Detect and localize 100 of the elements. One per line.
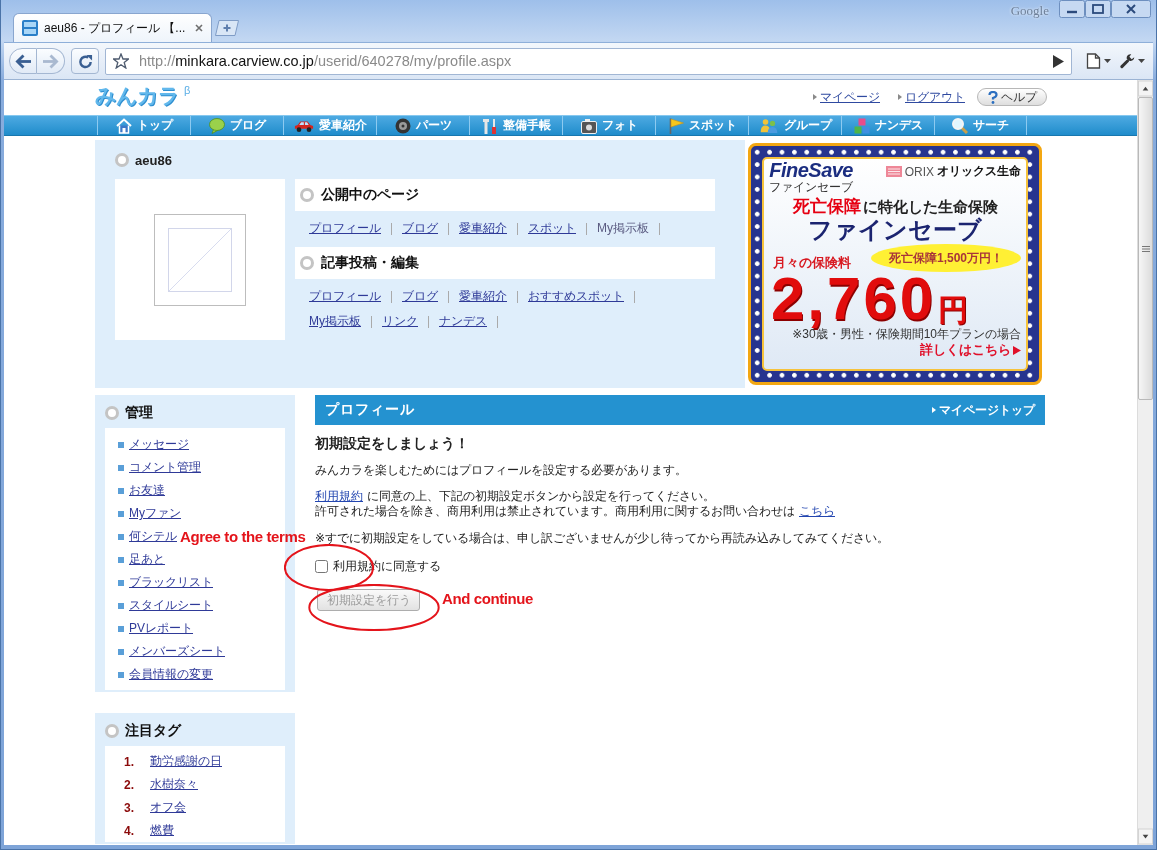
headline-emphasis: 死亡保障 [792, 196, 861, 218]
fine-print: ※30歳・男性・保険期間10年プランの場合 [792, 327, 1021, 341]
page-link[interactable]: プロフィール [309, 289, 381, 304]
sidebar-link[interactable]: 足あと [129, 551, 165, 568]
logo-beta-mark: β [184, 84, 191, 96]
maximize-button[interactable] [1085, 0, 1111, 18]
tag-link[interactable]: 水樹奈々 [150, 776, 198, 793]
reload-button[interactable] [71, 48, 99, 74]
sidebar-link[interactable]: スタイルシート [129, 597, 213, 614]
sidebar-link[interactable]: コメント管理 [129, 459, 201, 476]
square-bullet-icon [118, 671, 124, 678]
scroll-down-button[interactable] [1138, 828, 1153, 845]
company-logo-icon [885, 166, 902, 177]
tire-icon [394, 117, 411, 134]
help-button[interactable]: ヘルプ [977, 88, 1047, 106]
ring-icon [105, 406, 119, 420]
page-link[interactable]: ブログ [402, 289, 438, 304]
speech-bubble-icon [208, 117, 225, 134]
username: aeu86 [135, 152, 172, 168]
inline-link[interactable]: こちら [799, 504, 835, 518]
grip-lines-icon [1141, 245, 1150, 252]
note-text: ※すでに初期設定をしている場合は、申し訳ございませんが少し待ってから再読み込みしてみてください。 [315, 531, 891, 546]
terms-text: 利用規約 に同意の上、下記の初期設定ボタンから設定を行ってください。 [315, 489, 716, 504]
rank-number: 3. [124, 800, 135, 815]
sidebar-link[interactable]: 何シテル [129, 528, 177, 545]
camera-icon [580, 117, 597, 134]
square-bullet-icon [118, 625, 124, 632]
page-link[interactable]: ナンデス [439, 314, 487, 329]
sidebar-link[interactable]: PVレポート [129, 620, 193, 637]
new-tab-button[interactable] [215, 20, 240, 36]
blocks-icon [853, 117, 870, 134]
tag-link[interactable]: 勤労感謝の日 [150, 753, 222, 770]
price-currency: 円 [938, 294, 969, 326]
section-title: 記事投稿・編集 [321, 254, 419, 272]
back-arrow-icon [14, 53, 32, 69]
setup-heading: 初期設定をしましょう！ [315, 435, 470, 452]
product-name: ファインセーブ [808, 216, 982, 243]
sidebar-link[interactable]: ブラックリスト [129, 574, 213, 591]
back-button[interactable] [9, 48, 37, 74]
page-link[interactable]: ブログ [402, 221, 438, 236]
tag-link[interactable]: 燃費 [150, 822, 174, 839]
rank-number: 1. [124, 754, 135, 769]
page-link[interactable]: スポット [528, 221, 576, 236]
square-bullet-icon [118, 510, 124, 517]
flag-icon [667, 117, 684, 134]
triangle-icon [898, 94, 902, 100]
browser-tab[interactable]: aeu86 - プロフィール 【... [13, 13, 213, 42]
header-link[interactable]: ログアウト [898, 88, 965, 106]
tab-close-icon[interactable] [195, 24, 204, 32]
go-arrow-icon[interactable] [1053, 54, 1064, 68]
square-bullet-icon [118, 579, 124, 586]
minimize-button[interactable] [1059, 0, 1085, 18]
site-favicon-icon [22, 20, 38, 36]
caret-icon [1137, 59, 1145, 63]
terms-text: 許可された場合を除き、商用利用は禁止されています。商用利用に関するお問い合わせは こちら [315, 504, 836, 519]
square-bullet-icon [118, 533, 124, 540]
tag-link[interactable]: オフ会 [150, 799, 186, 816]
page-link[interactable]: リンク [382, 314, 418, 329]
page-link[interactable]: 愛車紹介 [459, 289, 507, 304]
company-name: オリックス生命 [937, 163, 1021, 180]
sidebar-link[interactable]: 会員情報の変更 [129, 666, 213, 683]
inline-link[interactable]: 利用規約 [315, 489, 363, 503]
sidebar-link[interactable]: お友達 [129, 482, 165, 499]
annotation-label: And continue [442, 590, 534, 608]
ring-icon [300, 256, 314, 270]
sidebar-link[interactable]: メンバーズシート [129, 643, 225, 660]
annotation-label: Agree to the terms [180, 528, 306, 546]
page-link[interactable]: おすすめスポット [528, 289, 624, 304]
page-link[interactable]: プロフィール [309, 221, 381, 236]
header-link[interactable]: マイページ [813, 88, 880, 106]
details-link[interactable]: 詳しくはこちら [920, 342, 1021, 358]
ring-icon [105, 724, 119, 738]
scrollbar-thumb[interactable] [1138, 97, 1153, 400]
ad-banner[interactable]: FineSave ファインセーブ ORIX オリックス生命 死亡保障に特化した生命保険 ファインセーブ 月々の保険料 死亡保障1,500万円！ 2,760 円 ※30歳・男性・保険期間10年プランの場合 詳しくはこちら [748, 143, 1042, 385]
page-link[interactable]: 愛車紹介 [459, 221, 507, 236]
brand-reading: ファインセーブ [769, 180, 853, 194]
page-icon [1085, 53, 1101, 69]
rank-number: 4. [124, 823, 135, 838]
square-bullet-icon [118, 441, 124, 448]
bookmark-star-icon[interactable] [113, 53, 129, 69]
triangle-icon [813, 94, 817, 100]
page-title: プロフィール [325, 401, 415, 419]
panel-title: 注目タグ [125, 722, 181, 740]
scrollbar-track[interactable] [1137, 80, 1153, 845]
sidebar-link[interactable]: メッセージ [129, 436, 189, 453]
house-icon [115, 117, 132, 134]
address-bar[interactable]: http://minkara.carview.co.jp/userid/640278/my/profile.aspx [105, 47, 1072, 75]
panel-title: 管理 [125, 404, 153, 422]
brand-logo-text: FineSave [769, 160, 853, 180]
forward-arrow-icon [42, 53, 59, 69]
scroll-up-button[interactable] [1138, 80, 1153, 97]
tools-icon [481, 117, 498, 134]
page-link[interactable]: My掲示板 [309, 314, 361, 329]
close-button[interactable] [1111, 0, 1151, 18]
agree-checkbox[interactable] [315, 559, 328, 573]
square-bullet-icon [118, 487, 124, 494]
people-icon [758, 118, 779, 133]
question-mark-icon [987, 90, 998, 104]
callout-bubble: 死亡保障1,500万円！ [871, 244, 1021, 272]
sidebar-link[interactable]: Myファン [129, 505, 181, 522]
